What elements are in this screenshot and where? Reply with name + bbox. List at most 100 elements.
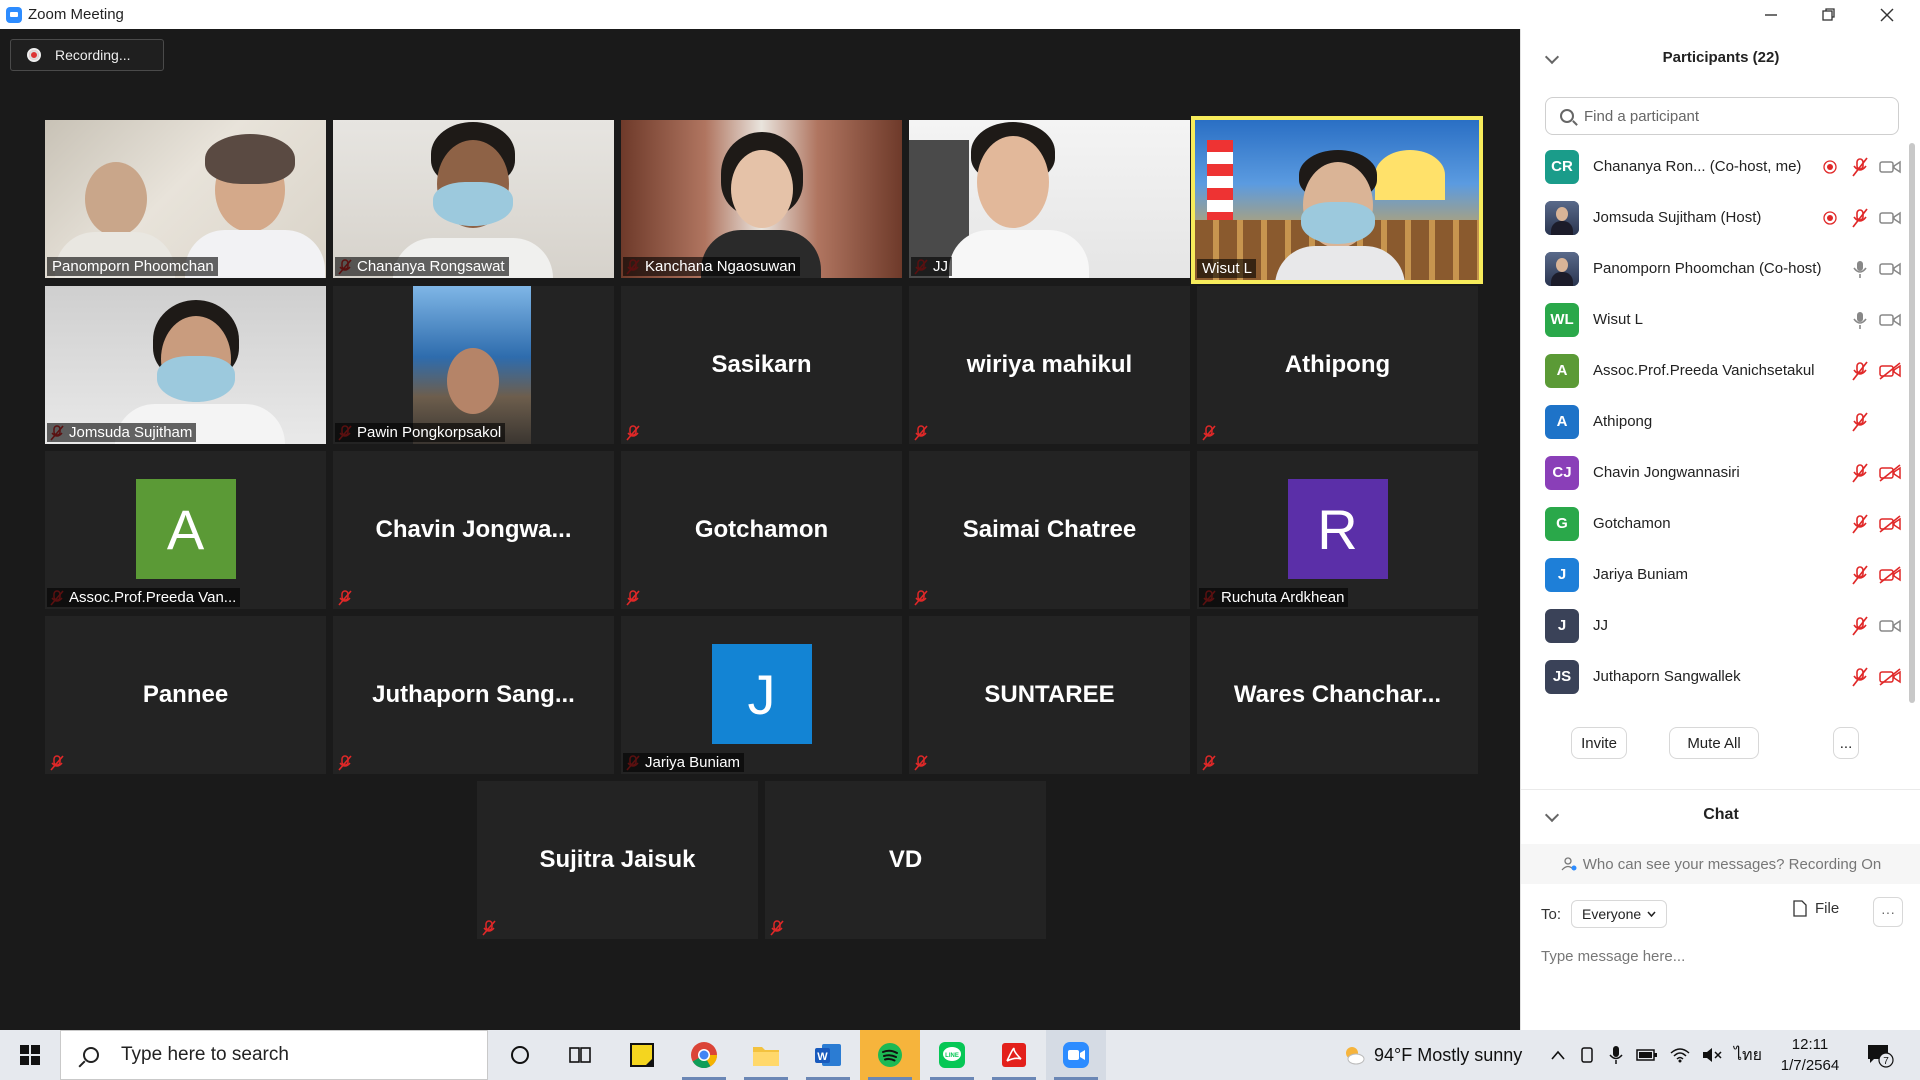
taskbar-search-input[interactable] xyxy=(121,1044,461,1066)
avatar-tile[interactable]: R Ruchuta Ardkhean xyxy=(1197,451,1478,609)
system-clock[interactable]: 12:11 1/7/2564 xyxy=(1760,1034,1860,1076)
participant-row[interactable]: G Gotchamon xyxy=(1521,498,1911,549)
invite-button[interactable]: Invite xyxy=(1571,727,1627,759)
participant-actions: Invite Mute All ... xyxy=(1521,727,1920,767)
name-tile[interactable]: Wares Chanchar... xyxy=(1197,616,1478,774)
muted-mic-icon xyxy=(1849,615,1871,637)
task-view-button[interactable] xyxy=(550,1030,610,1080)
taskbar-word[interactable]: W xyxy=(798,1030,858,1080)
avatar-tile[interactable]: A Assoc.Prof.Preeda Van... xyxy=(45,451,326,609)
participant-row[interactable]: J JJ xyxy=(1521,600,1911,651)
participant-name: Jariya Buniam xyxy=(1593,566,1689,583)
muted-mic-icon xyxy=(482,920,496,936)
taskbar-line[interactable]: LINE xyxy=(922,1030,982,1080)
tile-name: Kanchana Ngaosuwan xyxy=(623,257,800,276)
search-icon xyxy=(83,1047,99,1063)
more-options-button[interactable]: ... xyxy=(1833,727,1859,759)
taskbar-search[interactable] xyxy=(60,1030,488,1080)
video-tile[interactable]: Panomporn Phoomchan xyxy=(45,120,326,278)
name-tile[interactable]: SUNTAREE xyxy=(909,616,1190,774)
participant-row[interactable]: CJ Chavin Jongwannasiri xyxy=(1521,447,1911,498)
participant-list-scrollbar[interactable] xyxy=(1909,143,1915,703)
name-tile[interactable]: Gotchamon xyxy=(621,451,902,609)
participant-row[interactable]: CR Chananya Ron... (Co-host, me) xyxy=(1521,141,1911,192)
taskbar-zoom[interactable] xyxy=(1046,1030,1106,1080)
volume-muted-icon[interactable] xyxy=(1702,1047,1722,1063)
name-tile[interactable]: Saimai Chatree xyxy=(909,451,1190,609)
notifications-button[interactable]: 7 xyxy=(1866,1030,1894,1080)
chat-visibility-info[interactable]: Who can see your messages? Recording On xyxy=(1521,844,1920,884)
muted-mic-icon xyxy=(770,920,784,936)
windows-taskbar: W LINE 94°F Mostly sunny ไทย 12:11 1/7/2… xyxy=(0,1030,1920,1080)
participant-search-input[interactable] xyxy=(1584,107,1884,125)
name-tile[interactable]: Chavin Jongwa... xyxy=(333,451,614,609)
participant-avatar: J xyxy=(1545,557,1579,592)
video-tile-active-speaker[interactable]: Wisut L xyxy=(1191,116,1483,284)
participant-row[interactable]: A Assoc.Prof.Preeda Vanichsetakul xyxy=(1521,345,1911,396)
taskbar-acrobat[interactable] xyxy=(984,1030,1044,1080)
name-tile[interactable]: Juthaporn Sang... xyxy=(333,616,614,774)
taskbar-chrome[interactable] xyxy=(674,1030,734,1080)
minimize-button[interactable] xyxy=(1742,0,1800,29)
chat-message-input[interactable] xyxy=(1541,941,1901,971)
recipient-value: Everyone xyxy=(1582,906,1642,922)
window-title: Zoom Meeting xyxy=(28,6,124,23)
participant-row[interactable]: J Jariya Buniam xyxy=(1521,549,1911,600)
file-button[interactable]: File xyxy=(1793,900,1839,917)
weather-widget[interactable]: 94°F Mostly sunny xyxy=(1342,1030,1522,1080)
collapse-chevron-icon[interactable] xyxy=(1544,807,1560,822)
participant-avatar xyxy=(1545,200,1579,235)
collapse-chevron-icon[interactable] xyxy=(1544,49,1560,65)
tile-center-name: Saimai Chatree xyxy=(962,516,1137,543)
microphone-icon[interactable] xyxy=(1608,1045,1624,1065)
recording-indicator[interactable]: Recording... xyxy=(10,39,164,71)
battery-icon[interactable] xyxy=(1636,1048,1658,1062)
name-tile[interactable]: Sasikarn xyxy=(621,286,902,444)
participant-list: CR Chananya Ron... (Co-host, me) Jomsuda S… xyxy=(1521,141,1911,702)
name-tile[interactable]: Athipong xyxy=(1197,286,1478,444)
participant-avatar: J xyxy=(1545,608,1579,643)
participant-row[interactable]: A Athipong xyxy=(1521,396,1911,447)
recording-icon xyxy=(1819,207,1841,229)
close-button[interactable] xyxy=(1858,0,1916,29)
camera-icon xyxy=(1879,309,1901,331)
clock-time: 12:11 xyxy=(1791,1036,1829,1053)
camera-icon xyxy=(1879,258,1901,280)
participant-row[interactable]: WL Wisut L xyxy=(1521,294,1911,345)
participant-search[interactable] xyxy=(1545,97,1899,135)
wifi-icon[interactable] xyxy=(1670,1047,1690,1063)
video-tile[interactable]: JJ xyxy=(909,120,1190,278)
taskbar-file-explorer[interactable] xyxy=(736,1030,796,1080)
chevron-up-icon[interactable] xyxy=(1550,1049,1566,1061)
video-tile[interactable]: Jomsuda Sujitham xyxy=(45,286,326,444)
participant-row[interactable]: Jomsuda Sujitham (Host) xyxy=(1521,192,1911,243)
mute-all-button[interactable]: Mute All xyxy=(1669,727,1759,759)
recipient-dropdown[interactable]: Everyone xyxy=(1571,900,1668,928)
taskbar-spotify[interactable] xyxy=(860,1030,920,1080)
avatar-tile[interactable]: J Jariya Buniam xyxy=(621,616,902,774)
participant-avatar xyxy=(1545,251,1579,286)
camera-off-icon xyxy=(1879,666,1901,688)
participant-row[interactable]: Panomporn Phoomchan (Co-host) xyxy=(1521,243,1911,294)
spotify-icon xyxy=(878,1043,902,1067)
input-language[interactable]: ไทย xyxy=(1734,1043,1762,1068)
muted-mic-icon xyxy=(1849,360,1871,382)
muted-mic-icon xyxy=(1849,411,1871,433)
name-tile[interactable]: Pannee xyxy=(45,616,326,774)
start-button[interactable] xyxy=(0,1030,60,1080)
participant-status-icons xyxy=(1849,447,1901,498)
chat-more-button[interactable]: ··· xyxy=(1873,897,1903,927)
participant-name: Gotchamon xyxy=(1593,515,1671,532)
cortana-button[interactable] xyxy=(490,1030,550,1080)
photo-tile[interactable]: Pawin Pongkorpsakol xyxy=(333,286,614,444)
video-tile[interactable]: Kanchana Ngaosuwan xyxy=(621,120,902,278)
restore-button[interactable] xyxy=(1800,0,1858,29)
taskbar-sticky-notes[interactable] xyxy=(612,1030,672,1080)
video-tile[interactable]: Chananya Rongsawat xyxy=(333,120,614,278)
participant-row[interactable]: JS Juthaporn Sangwallek xyxy=(1521,651,1911,702)
name-tile[interactable]: VD xyxy=(765,781,1046,939)
participant-name: Athipong xyxy=(1593,413,1653,430)
name-tile[interactable]: Sujitra Jaisuk xyxy=(477,781,758,939)
name-tile[interactable]: wiriya mahikul xyxy=(909,286,1190,444)
device-icon[interactable] xyxy=(1578,1046,1596,1064)
